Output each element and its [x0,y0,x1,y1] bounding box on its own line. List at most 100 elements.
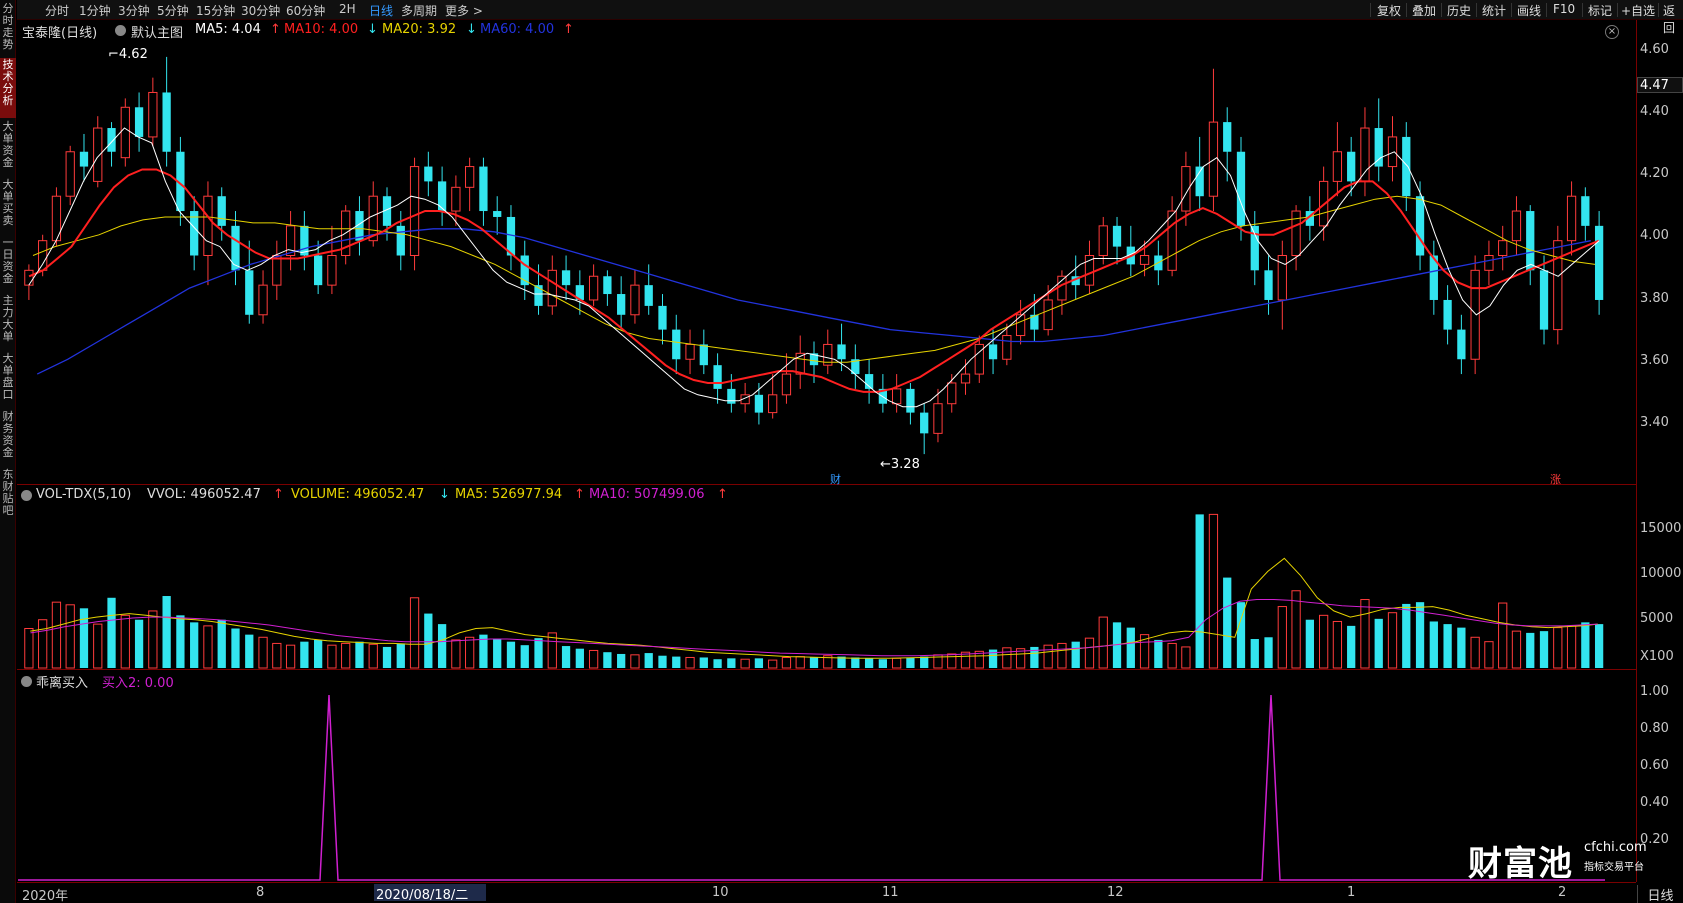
volume-bar [768,659,778,669]
candle-body [424,166,433,182]
candle-body [933,403,943,434]
candle-body [493,211,502,217]
candle-body [1539,270,1549,330]
volume-bar [1511,630,1522,669]
volume-bar [534,638,543,668]
candle-body [1387,136,1398,168]
volume-bar [258,636,268,669]
volume-bar [327,644,337,669]
watermark-logo: 财富池 cfchi.com 指标交易平台 [1468,840,1647,884]
candle-body [1015,314,1026,337]
volume-bar [1154,639,1163,668]
volume-bar [754,658,764,668]
candle-body [1566,195,1577,242]
candle-body [162,92,171,152]
candle-body [437,181,447,212]
candle-body [561,270,571,286]
volume-bar [245,634,254,668]
candle-body [1195,166,1204,197]
volume-bar [1195,514,1204,668]
volume-bar [1084,637,1095,669]
candle-body [245,270,254,315]
volume-bar [437,624,447,668]
volume-bar [1484,641,1494,669]
volume-bar [190,622,199,668]
volume-bar [809,657,819,668]
candle-body [947,382,957,405]
candle-body [672,329,681,360]
candle-body [1223,122,1232,152]
volume-bar [1264,637,1273,668]
volume-bar [520,645,529,668]
volume-bar [1223,577,1232,668]
candle-body [1291,210,1301,257]
volume-bar [1305,619,1314,668]
volume-bar [699,657,708,668]
candle-body [1002,335,1012,360]
volume-bar [795,656,805,669]
candle-body [272,255,282,286]
candle-body [699,344,708,366]
volume-bar [1470,636,1480,669]
volume-bar [1402,603,1411,668]
volume-bar [300,641,309,668]
volume-bar [658,655,667,668]
candle-body [547,269,557,307]
candle-body [190,211,199,256]
candle-body [120,106,130,159]
volume-bar [713,659,722,668]
volume-bar [1360,599,1370,669]
signal-line [18,694,1605,881]
volume-bar [1167,642,1177,669]
candle-body [217,196,226,226]
volume-bar [314,639,323,668]
volume-series [24,513,1604,669]
volume-bar [368,643,378,669]
volume-bar [1126,627,1135,668]
volume-bar [906,657,915,668]
candle-body [1457,329,1466,360]
volume-bar [120,614,130,669]
volume-bar [65,604,75,669]
volume-bar [396,643,405,668]
volume-bar [451,639,461,669]
candle-body [617,294,626,315]
candle-body [1470,269,1480,360]
candle-body [892,388,902,405]
volume-bar [672,656,681,668]
volume-bar [1332,620,1343,669]
candle-body [203,195,213,256]
candle-body [1581,196,1590,226]
candle-body [713,365,722,389]
candle-body [479,166,488,212]
candle-body [451,186,461,212]
candle-body [1374,128,1383,167]
volume-bar [506,641,516,668]
volume-bar [1057,642,1067,669]
candle-body [1112,225,1122,247]
volume-bar [1429,621,1438,668]
volume-bar [38,619,48,669]
candle-body [314,255,323,286]
candle-body [988,344,998,360]
ma20-line [32,195,1596,363]
candle-body [781,373,792,396]
candle-body [1208,121,1219,197]
candle-body [1511,210,1522,242]
candle-body [754,394,764,413]
volume-bar [382,646,392,668]
candle-body [148,91,158,138]
volume-bar [1539,631,1549,668]
candle-body [38,240,48,271]
candle-body [1098,225,1108,257]
volume-bar [740,658,750,669]
volume-bar [285,644,296,669]
volume-bar [493,639,502,668]
volume-bar [148,610,158,669]
volume-bar [1291,590,1301,669]
volume-bar [409,597,420,669]
volume-bar [781,656,792,669]
volume-bar [892,657,902,669]
candle-body [974,343,984,375]
candle-body [906,388,915,413]
